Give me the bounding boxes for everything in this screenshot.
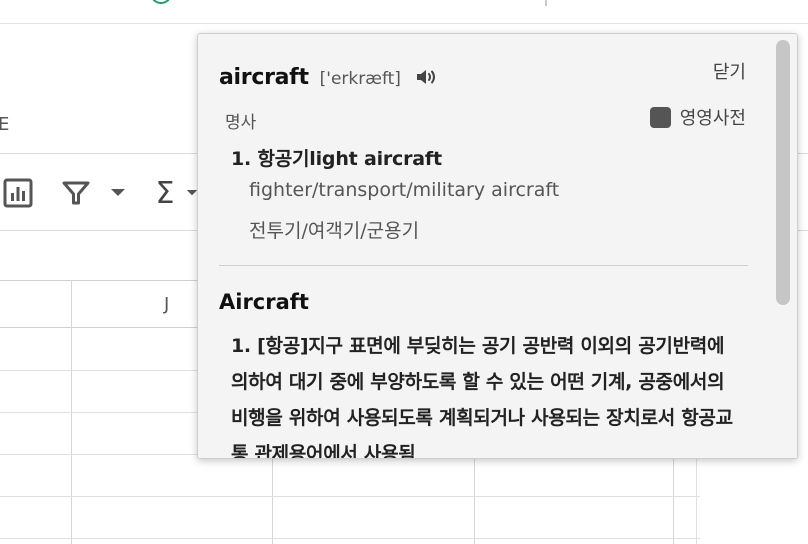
filter-icon <box>62 181 90 205</box>
english-dictionary-toggle[interactable]: 영영사전 <box>649 104 746 130</box>
logo-fragment <box>150 0 172 4</box>
phonetic: ['erkræft] <box>319 69 401 89</box>
headword: aircraft <box>219 65 309 90</box>
english-dictionary-label: 영영사전 <box>679 108 746 129</box>
chart-icon <box>3 178 33 208</box>
sense-1: 1. 항공기light aircraft <box>231 148 442 170</box>
cut-off-label: E <box>0 114 10 135</box>
filter-dropdown-button[interactable] <box>108 176 128 210</box>
entry-2-title: Aircraft <box>219 290 309 314</box>
popup-scrollbar[interactable] <box>769 34 797 458</box>
scroll-thumb[interactable] <box>776 40 790 305</box>
filter-button[interactable] <box>60 176 92 210</box>
dictionary-popup: aircraft ['erkræft] 명사 1. 항공기light aircr… <box>197 33 798 459</box>
checkbox-icon <box>649 106 671 128</box>
close-button[interactable]: 닫기 <box>713 58 746 84</box>
headword-row: aircraft ['erkræft] <box>219 64 439 90</box>
divider-fragment <box>545 0 547 6</box>
example-korean: 전투기/여객기/군용기 <box>249 220 420 242</box>
dictionary-content: aircraft ['erkræft] 명사 1. 항공기light aircr… <box>198 34 770 459</box>
entry-2-definition: 1. [항공]지구 표면에 부딪히는 공기 공반력 이외의 공기반력에 의하여 … <box>231 335 733 459</box>
pronounce-button[interactable] <box>415 67 439 91</box>
row-divider <box>0 538 700 539</box>
insert-chart-button[interactable] <box>2 176 34 210</box>
part-of-speech: 명사 <box>225 113 257 133</box>
section-divider <box>219 265 748 266</box>
functions-button[interactable]: Σ <box>150 175 180 211</box>
speaker-icon <box>416 70 435 84</box>
sigma-icon: Σ <box>155 175 175 211</box>
row-divider <box>0 496 700 497</box>
example-english: fighter/transport/military aircraft <box>249 179 560 201</box>
top-strip <box>0 0 808 24</box>
chevron-down-icon <box>111 189 125 196</box>
column-header-j[interactable]: J <box>164 294 169 315</box>
